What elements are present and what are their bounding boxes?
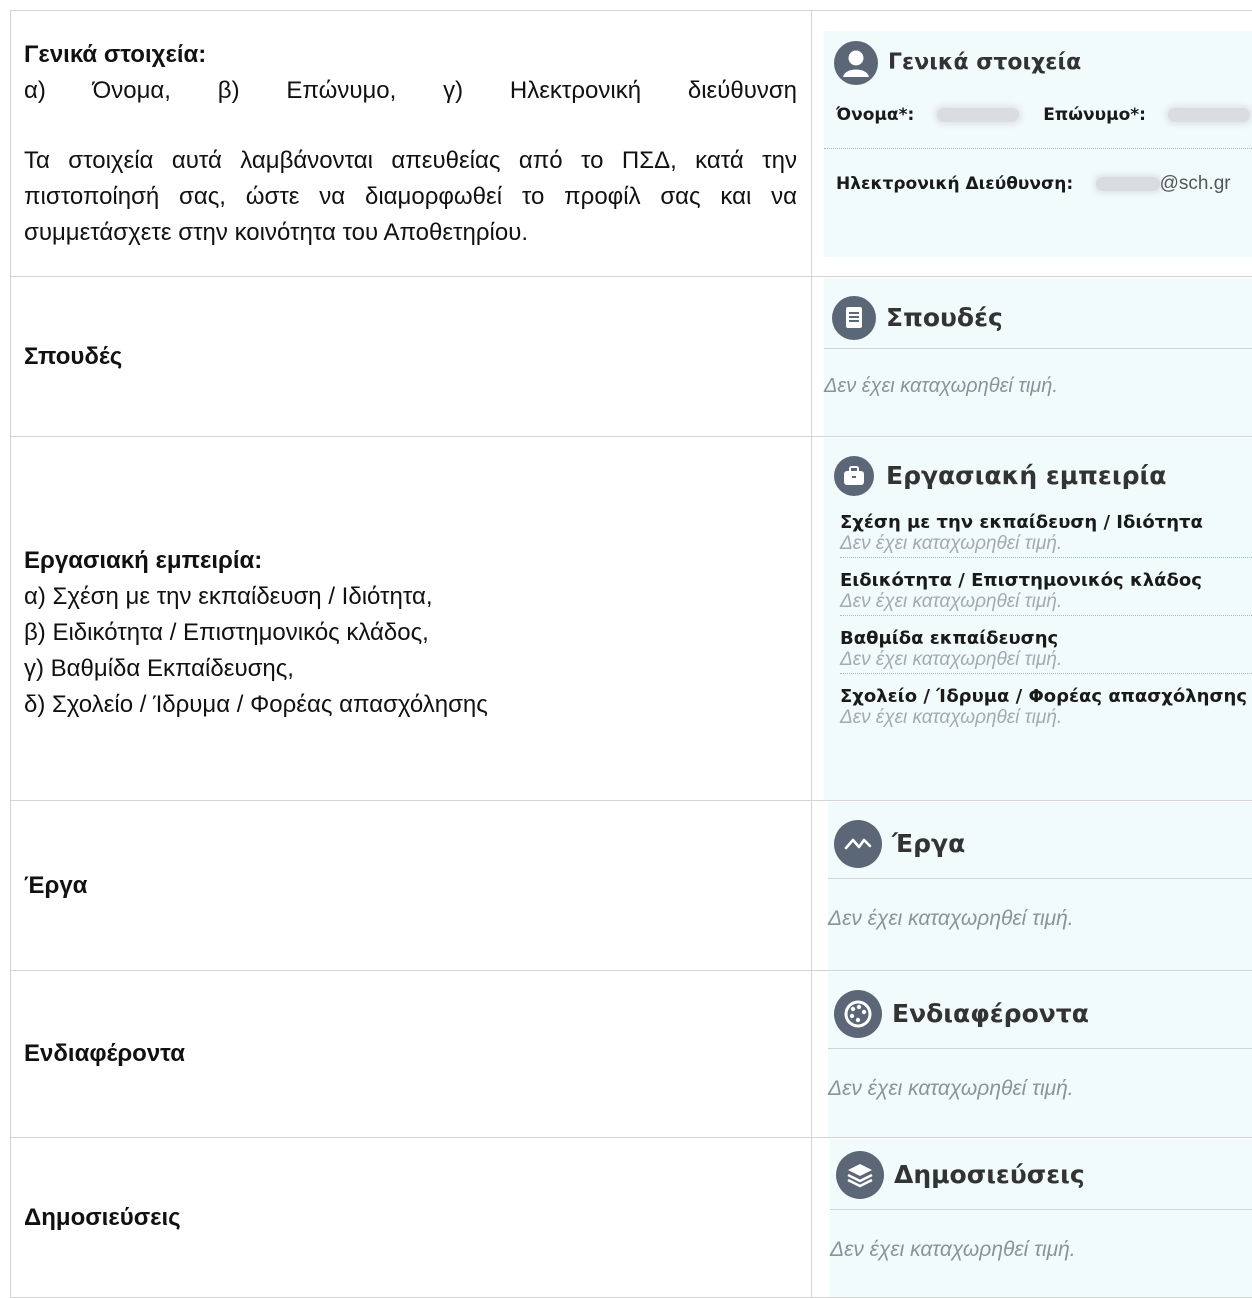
studies-description: Σπουδές (11, 277, 812, 437)
general-description: Γενικά στοιχεία: α) Όνομα, β) Επώνυμο, γ… (11, 11, 812, 277)
layers-icon (836, 1151, 884, 1199)
publications-title: Δημοσιεύσεις (24, 1200, 797, 1236)
work-preview-cell: Εργασιακή εμπειρία Σχέση με την εκπαίδευ… (812, 437, 1252, 801)
profile-fields-table: Γενικά στοιχεία: α) Όνομα, β) Επώνυμο, γ… (10, 10, 1252, 1298)
publications-panel-title: Δημοσιεύσεις (894, 1160, 1085, 1189)
email-suffix: @sch.gr (1160, 173, 1231, 194)
work-description: Εργασιακή εμπειρία: α) Σχέση με την εκπα… (11, 437, 812, 801)
briefcase-icon (834, 456, 874, 496)
work-field-employer: Σχολείο / Ίδρυμα / Φορέας απασχόλησης Δε… (840, 674, 1252, 731)
work-field-level: Βαθμίδα εκπαίδευσης Δεν έχει καταχωρηθεί… (840, 616, 1252, 674)
document-icon (832, 296, 876, 340)
name-label: Όνομα*: (836, 105, 914, 125)
interests-title: Ενδιαφέροντα (24, 1036, 797, 1072)
email-label: Ηλεκτρονική Διεύθυνση: (836, 174, 1073, 194)
publications-panel: Δημοσιεύσεις Δεν έχει καταχωρηθεί τιμή. (830, 1139, 1252, 1297)
projects-preview-cell: Έργα Δεν έχει καταχωρηθεί τιμή. (812, 801, 1252, 971)
projects-title: Έργα (24, 868, 797, 904)
name-value-redacted (937, 108, 1019, 122)
interests-panel-header: Ενδιαφέροντα (828, 972, 1252, 1049)
work-fields: Σχέση με την εκπαίδευση / Ιδιότητα Δεν έ… (824, 496, 1252, 731)
projects-panel-header: Έργα (828, 802, 1252, 879)
interests-empty: Δεν έχει καταχωρηθεί τιμή. (828, 1049, 1252, 1101)
projects-panel: Έργα Δεν έχει καταχωρηθεί τιμή. (828, 802, 1252, 970)
publications-panel-header: Δημοσιεύσεις (830, 1139, 1252, 1210)
studies-empty: Δεν έχει καταχωρηθεί τιμή. (824, 349, 1252, 398)
work-field-label: Σχέση με την εκπαίδευση / Ιδιότητα (840, 512, 1252, 533)
interests-preview-cell: Ενδιαφέροντα Δεν έχει καταχωρηθεί τιμή. (812, 971, 1252, 1138)
general-panel-header: Γενικά στοιχεία (824, 31, 1252, 85)
email-row: Ηλεκτρονική Διεύθυνση: @sch.gr (824, 149, 1252, 195)
general-panel: Γενικά στοιχεία Όνομα*: Επώνυμο*: Ηλεκτρ… (824, 31, 1252, 257)
interests-panel-title: Ενδιαφέροντα (892, 999, 1089, 1028)
name-row: Όνομα*: Επώνυμο*: (824, 85, 1252, 149)
work-line-d: δ) Σχολείο / Ίδρυμα / Φορέας απασχόλησης (24, 687, 797, 723)
email-value-redacted (1096, 177, 1160, 191)
table-row-studies: Σπουδές Σπουδές Δεν έχει καταχωρηθεί τιμ… (11, 277, 1252, 437)
work-panel-header: Εργασιακή εμπειρία (824, 438, 1252, 496)
work-field-label: Βαθμίδα εκπαίδευσης (840, 628, 1252, 649)
work-line-b: β) Ειδικότητα / Επιστημονικός κλάδος, (24, 615, 797, 651)
table-row-general: Γενικά στοιχεία: α) Όνομα, β) Επώνυμο, γ… (11, 11, 1252, 277)
activity-icon (834, 820, 882, 868)
studies-panel-title: Σπουδές (886, 303, 1003, 332)
general-title: Γενικά στοιχεία: (24, 37, 797, 73)
surname-label: Επώνυμο*: (1043, 105, 1146, 125)
general-fields-line: α) Όνομα, β) Επώνυμο, γ) Ηλεκτρονική διε… (24, 73, 797, 109)
interests-description: Ενδιαφέροντα (11, 971, 812, 1138)
publications-preview-cell: Δημοσιεύσεις Δεν έχει καταχωρηθεί τιμή. (812, 1138, 1252, 1298)
studies-panel: Σπουδές Δεν έχει καταχωρηθεί τιμή. (824, 278, 1252, 436)
work-line-a: α) Σχέση με την εκπαίδευση / Ιδιότητα, (24, 579, 797, 615)
studies-panel-header: Σπουδές (824, 278, 1252, 349)
general-preview-cell: Γενικά στοιχεία Όνομα*: Επώνυμο*: Ηλεκτρ… (812, 11, 1252, 277)
studies-title: Σπουδές (24, 339, 797, 375)
work-field-value: Δεν έχει καταχωρηθεί τιμή. (840, 533, 1252, 555)
projects-empty: Δεν έχει καταχωρηθεί τιμή. (828, 879, 1252, 931)
general-panel-title: Γενικά στοιχεία (888, 50, 1081, 75)
work-field-value: Δεν έχει καταχωρηθεί τιμή. (840, 707, 1252, 729)
work-field-label: Ειδικότητα / Επιστημονικός κλάδος (840, 570, 1252, 591)
work-field-relation: Σχέση με την εκπαίδευση / Ιδιότητα Δεν έ… (840, 506, 1252, 558)
work-panel: Εργασιακή εμπειρία Σχέση με την εκπαίδευ… (824, 438, 1252, 800)
publications-empty: Δεν έχει καταχωρηθεί τιμή. (830, 1210, 1252, 1262)
work-field-specialty: Ειδικότητα / Επιστημονικός κλάδος Δεν έχ… (840, 558, 1252, 616)
work-line-c: γ) Βαθμίδα Εκπαίδευσης, (24, 651, 797, 687)
studies-preview-cell: Σπουδές Δεν έχει καταχωρηθεί τιμή. (812, 277, 1252, 437)
general-paragraph: Τα στοιχεία αυτά λαμβάνονται απευθείας α… (24, 143, 797, 251)
table-row-interests: Ενδιαφέροντα Ενδιαφέροντα Δεν έχει καταχ… (11, 971, 1252, 1138)
publications-description: Δημοσιεύσεις (11, 1138, 812, 1298)
work-panel-title: Εργασιακή εμπειρία (886, 461, 1166, 490)
work-field-value: Δεν έχει καταχωρηθεί τιμή. (840, 591, 1252, 613)
table-row-work: Εργασιακή εμπειρία: α) Σχέση με την εκπα… (11, 437, 1252, 801)
work-field-label: Σχολείο / Ίδρυμα / Φορέας απασχόλησης (840, 686, 1252, 707)
projects-description: Έργα (11, 801, 812, 971)
interests-panel: Ενδιαφέροντα Δεν έχει καταχωρηθεί τιμή. (828, 972, 1252, 1137)
work-title: Εργασιακή εμπειρία: (24, 543, 797, 579)
user-icon (834, 41, 878, 85)
table-row-publications: Δημοσιεύσεις Δημοσιεύσεις Δεν έχει καταχ… (11, 1138, 1252, 1298)
table-row-projects: Έργα Έργα Δεν έχει καταχωρηθεί τιμή. (11, 801, 1252, 971)
work-field-value: Δεν έχει καταχωρηθεί τιμή. (840, 649, 1252, 671)
palette-icon (834, 990, 882, 1038)
projects-panel-title: Έργα (892, 829, 965, 858)
surname-value-redacted (1168, 108, 1250, 122)
